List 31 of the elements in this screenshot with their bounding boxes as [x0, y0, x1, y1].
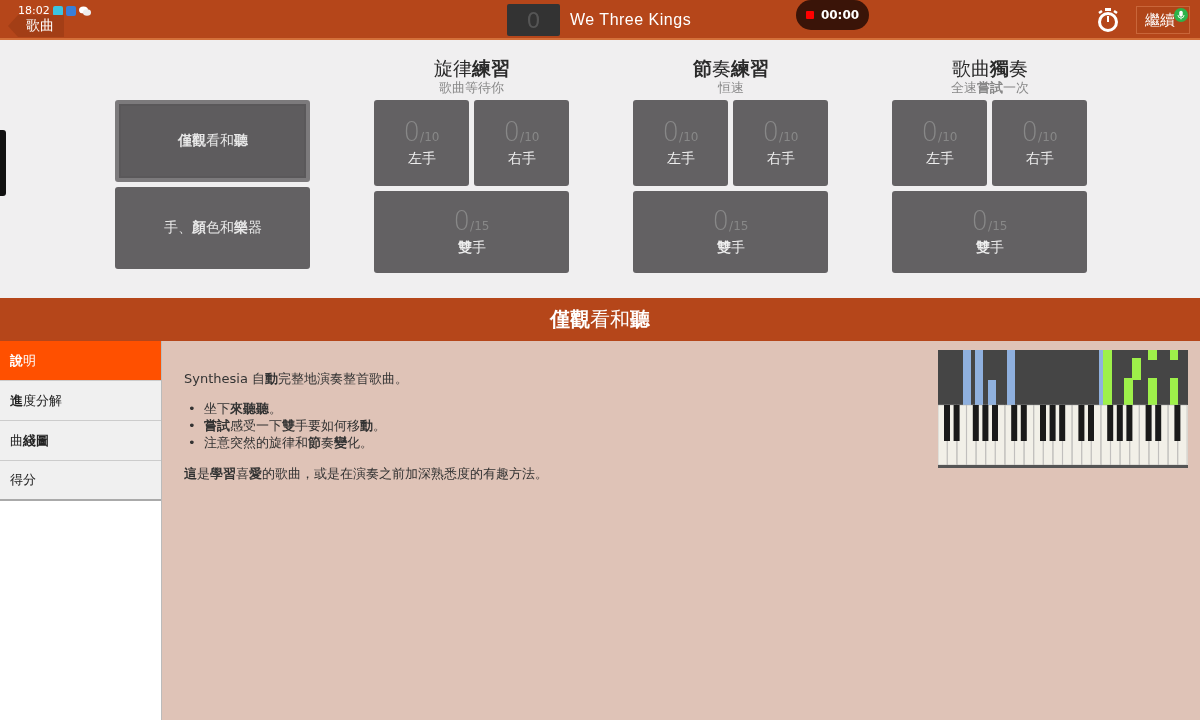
record-icon	[805, 11, 814, 19]
group-subtitle: 恒速	[717, 80, 744, 96]
bullet-item: 嘗試感受一下雙手要如何移動。	[203, 417, 386, 434]
group-subtitle: 歌曲等待你	[439, 80, 504, 96]
bullet-item: 坐下來聽聽。	[203, 400, 282, 417]
group-title: 節奏練習	[692, 56, 769, 80]
song-title: We Three Kings	[570, 11, 692, 29]
status-time: 18:02	[18, 4, 50, 17]
intro-text: Synthesia 自動完整地演奏整首歌曲。	[184, 370, 409, 388]
back-button[interactable]: 歌曲	[8, 15, 64, 37]
recording-pill[interactable]: 00:00	[796, 0, 869, 30]
sidebar-tab[interactable]: 進度分解	[0, 381, 161, 421]
chat-icon	[78, 5, 91, 16]
sidebar-tab[interactable]: 曲綫圖	[0, 421, 161, 461]
section-header: 僅觀看和聽	[0, 298, 1200, 341]
app-icon	[52, 5, 63, 16]
microphone-icon	[1174, 8, 1188, 22]
app-icon	[65, 5, 76, 16]
bullet-marker: •	[188, 434, 196, 451]
sidebar-tab[interactable]: 說明	[0, 341, 161, 381]
mode-button[interactable]: 手、顏色和樂器	[115, 187, 310, 269]
sidebar-tab[interactable]: 得分	[0, 461, 161, 501]
stopwatch-icon[interactable]	[1097, 8, 1119, 32]
mode-button[interactable]: 僅觀看和聽	[115, 100, 310, 182]
continue-button[interactable]: 繼續	[1136, 6, 1190, 34]
bullet-marker: •	[188, 417, 196, 434]
group-title: 旋律練習	[433, 56, 510, 80]
group-title: 歌曲獨奏	[951, 56, 1028, 80]
closing-text: 這是學習喜愛的歌曲，或是在演奏之前加深熟悉度的有趣方法。	[184, 465, 548, 483]
bullet-marker: •	[188, 400, 196, 417]
bullet-item: 注意突然的旋律和節奏變化。	[203, 434, 373, 451]
